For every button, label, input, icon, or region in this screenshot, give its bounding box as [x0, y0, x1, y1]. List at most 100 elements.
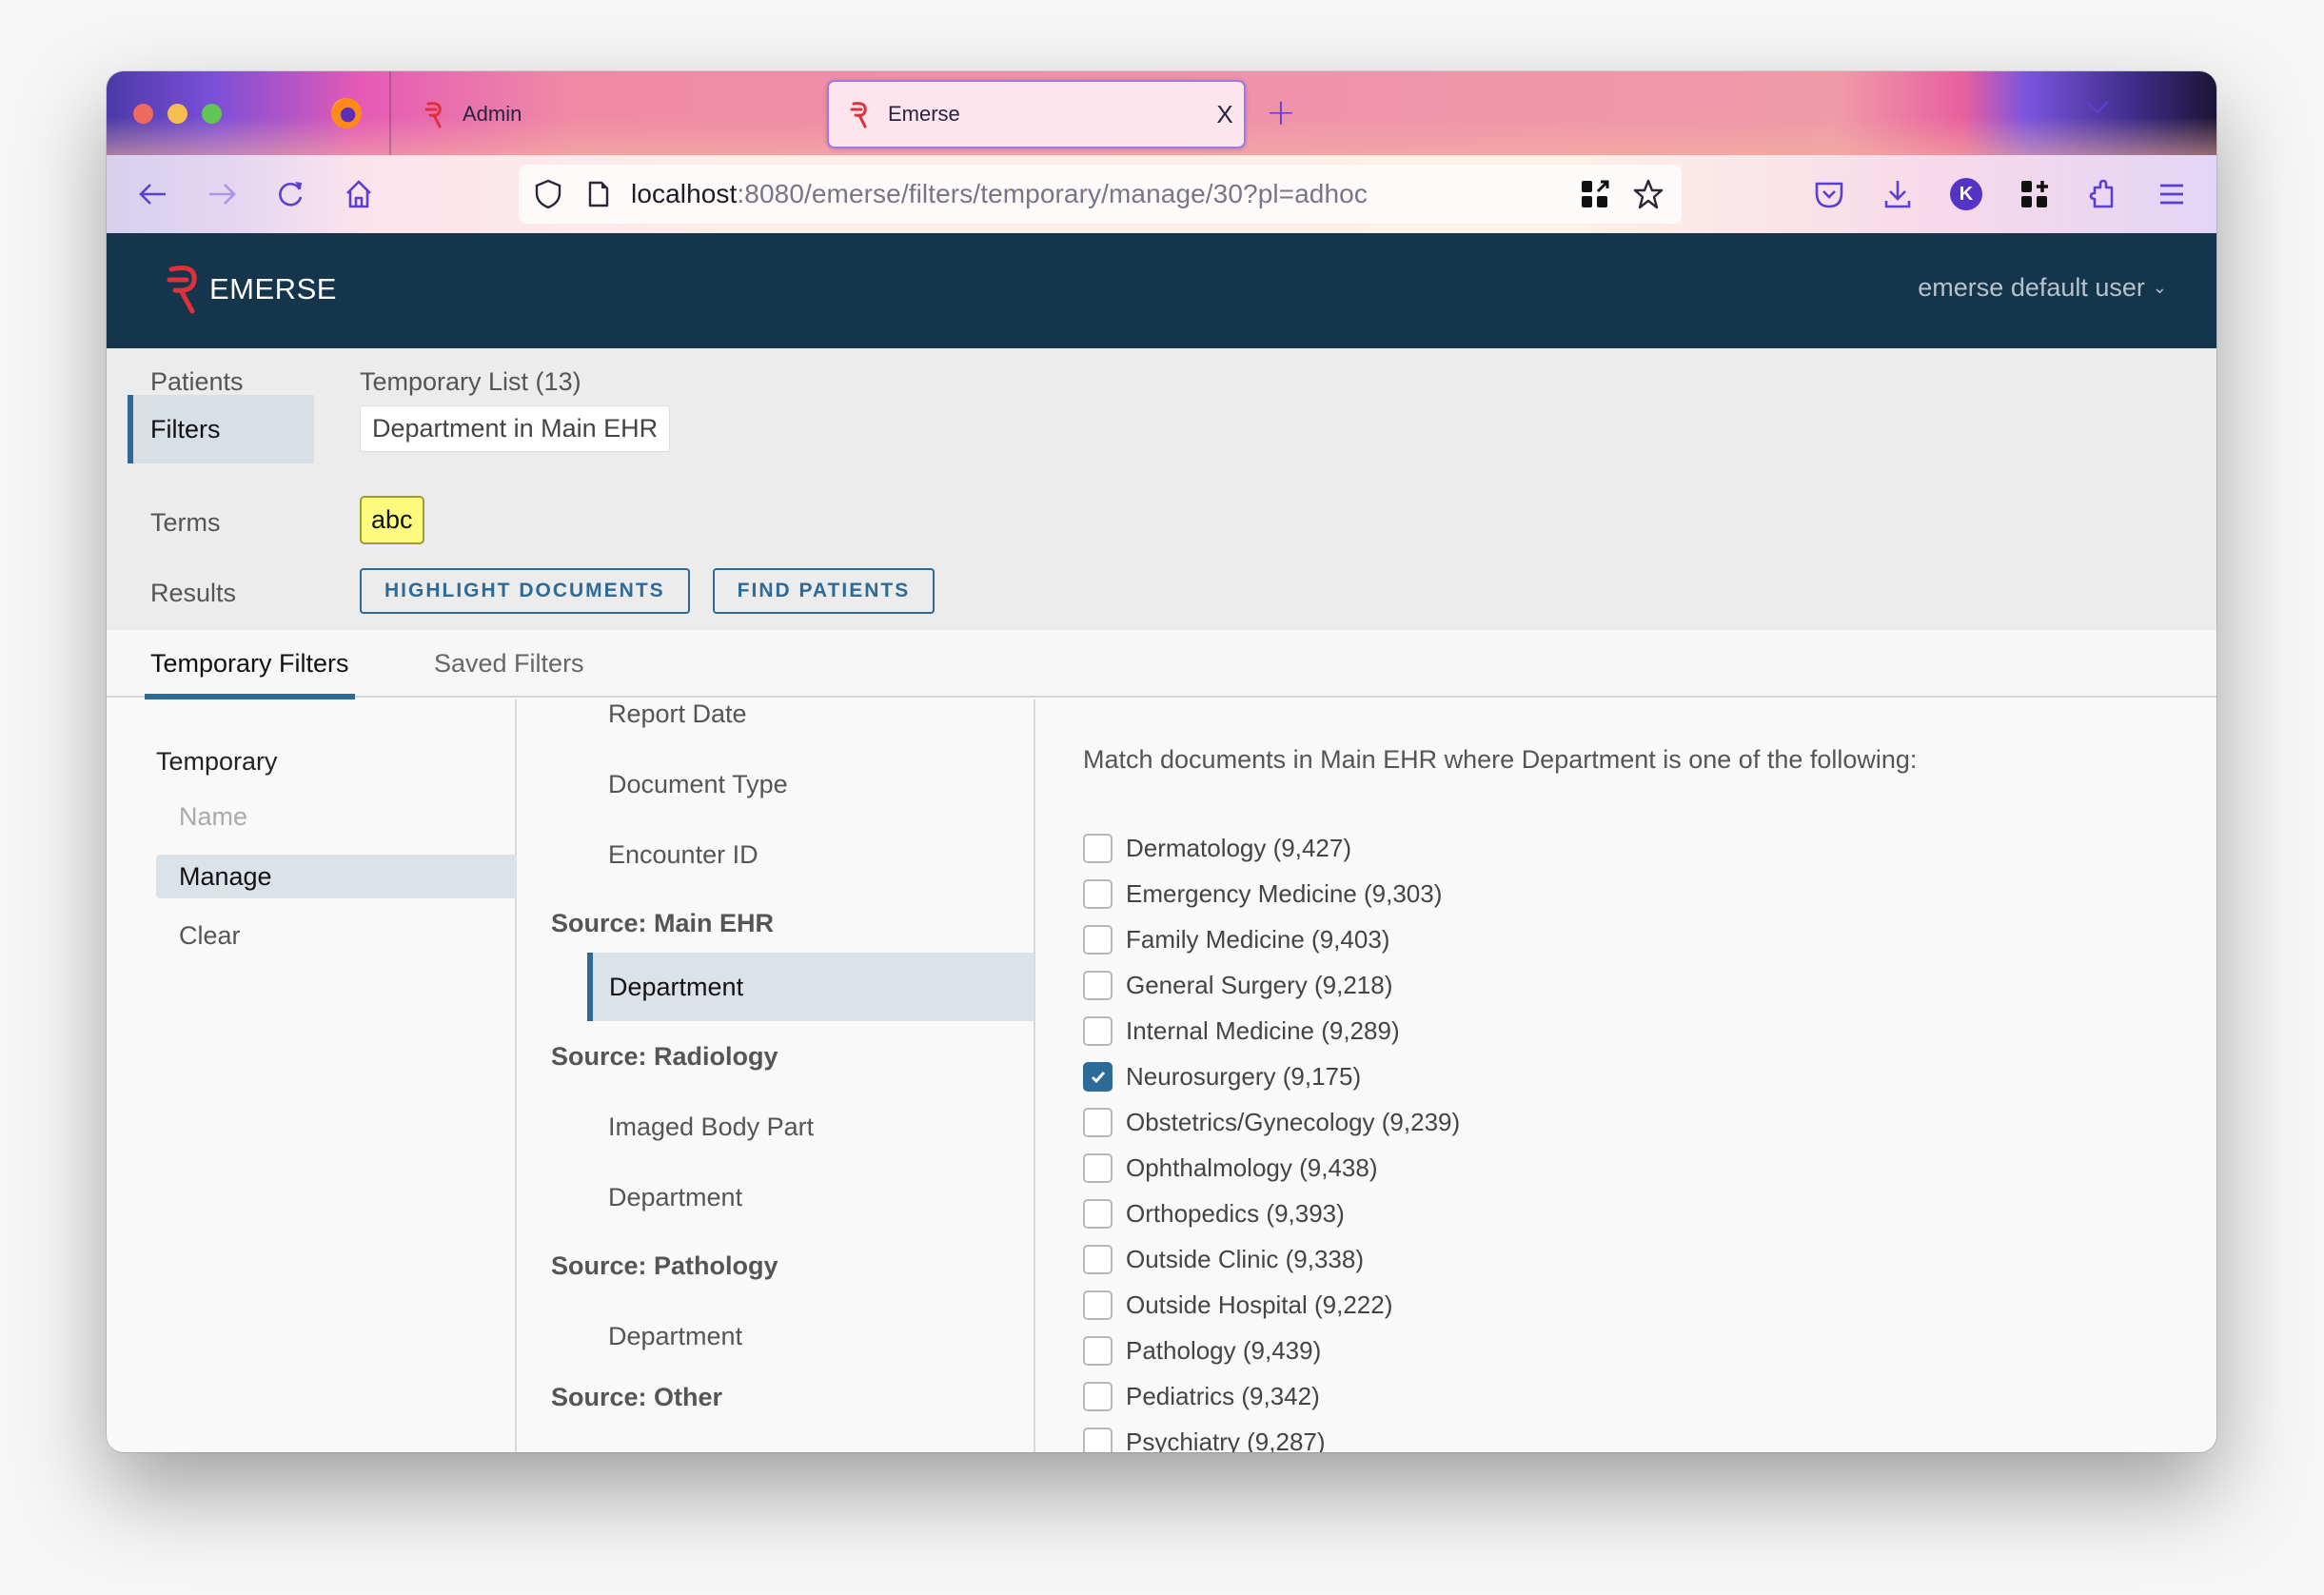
department-option-label: Family Medicine (9,403)	[1126, 925, 1390, 954]
brand-name: EMERSE	[209, 272, 337, 305]
checkbox[interactable]	[1083, 1016, 1113, 1046]
browser-tab-bar: Admin X Emerse X +	[107, 71, 2216, 155]
emerse-logo-icon	[167, 266, 197, 314]
department-option[interactable]: Orthopedics (9,393)	[1083, 1199, 1345, 1229]
department-option[interactable]: Obstetrics/Gynecology (9,239)	[1083, 1108, 1460, 1137]
list-all-tabs-chevron-icon[interactable]	[2083, 98, 2112, 121]
checkbox[interactable]	[1083, 879, 1113, 909]
field-item[interactable]: Encounter ID	[517, 840, 1034, 870]
department-option[interactable]: Emergency Medicine (9,303)	[1083, 879, 1442, 909]
back-arrow-icon[interactable]	[137, 178, 169, 210]
checkbox[interactable]	[1083, 1382, 1113, 1411]
department-option[interactable]: Psychiatry (9,287)	[1083, 1428, 1326, 1452]
checkbox-checked[interactable]	[1083, 1062, 1113, 1092]
department-option[interactable]: Internal Medicine (9,289)	[1083, 1016, 1400, 1046]
department-option-label: General Surgery (9,218)	[1126, 971, 1393, 999]
checkbox[interactable]	[1083, 1153, 1113, 1183]
department-option-label: Dermatology (9,427)	[1126, 834, 1351, 862]
browser-nav-bar: localhost:8080/emerse/filters/temporary/…	[107, 155, 2216, 233]
menu-item-manage[interactable]: Manage	[156, 855, 517, 898]
department-option-label: Emergency Medicine (9,303)	[1126, 879, 1443, 908]
user-menu[interactable]: emerse default user ⌄	[1918, 273, 2167, 303]
browser-tab-emerse[interactable]: Emerse X	[827, 80, 1246, 148]
url-bar[interactable]: localhost:8080/emerse/filters/temporary/…	[519, 165, 1682, 224]
field-item[interactable]: Department	[517, 1183, 1034, 1212]
menu-item-clear[interactable]: Clear	[156, 914, 517, 957]
checkbox[interactable]	[1083, 1290, 1113, 1320]
emerse-favicon-icon	[850, 100, 871, 128]
field-list[interactable]: Report Date Document Type Encounter ID Sour…	[517, 699, 1035, 1452]
checkbox[interactable]	[1083, 1245, 1113, 1274]
find-patients-button[interactable]: FIND PATIENTS	[712, 568, 936, 614]
close-tab-icon[interactable]: X	[1206, 100, 1244, 129]
nav-filters[interactable]: Filters	[128, 395, 314, 463]
department-option[interactable]: General Surgery (9,218)	[1083, 971, 1392, 1000]
hamburger-menu-icon[interactable]	[2156, 178, 2188, 210]
extensions-grid-icon[interactable]	[2019, 178, 2051, 210]
home-icon[interactable]	[343, 178, 375, 210]
reload-icon[interactable]	[274, 178, 306, 210]
search-term-chip[interactable]: abc	[360, 496, 424, 544]
nav-patients[interactable]: Patients	[150, 367, 244, 397]
firefox-icon[interactable]	[331, 98, 362, 128]
account-avatar[interactable]: K	[1950, 178, 1982, 210]
field-item[interactable]: Department	[587, 953, 1034, 1021]
checkbox[interactable]	[1083, 1199, 1113, 1229]
department-option-label: Obstetrics/Gynecology (9,239)	[1126, 1108, 1461, 1136]
department-option[interactable]: Neurosurgery (9,175)	[1083, 1062, 1361, 1092]
filter-content: Temporary Name Manage Clear Report Date D…	[107, 699, 2216, 1452]
nav-results[interactable]: Results	[150, 579, 236, 608]
department-option[interactable]: Outside Clinic (9,338)	[1083, 1245, 1364, 1274]
checkbox[interactable]	[1083, 925, 1113, 955]
checkmark-icon	[1091, 1071, 1105, 1083]
department-option[interactable]: Outside Hospital (9,222)	[1083, 1290, 1392, 1320]
emerse-logo[interactable]: EMERSE	[166, 262, 337, 317]
department-filter-panel: Match documents in Main EHR where Depart…	[1035, 699, 2216, 1452]
zoom-window-button[interactable]	[202, 104, 222, 124]
query-summary-panel: Patients Temporary List (13) Filters Dep…	[107, 348, 2216, 630]
checkbox[interactable]	[1083, 971, 1113, 1000]
department-option[interactable]: Family Medicine (9,403)	[1083, 925, 1389, 955]
tab-title: Admin	[463, 102, 522, 126]
tab-saved-filters[interactable]: Saved Filters	[434, 630, 584, 698]
field-item[interactable]: Document Type	[517, 770, 1034, 799]
forward-arrow-icon[interactable]	[206, 178, 238, 210]
temporary-heading: Temporary	[156, 747, 278, 776]
field-group-heading: Source: Main EHR	[551, 909, 775, 937]
patient-list-value[interactable]: Temporary List (13)	[360, 367, 581, 397]
highlight-documents-button[interactable]: HIGHLIGHT DOCUMENTS	[360, 568, 690, 614]
checkbox[interactable]	[1083, 1336, 1113, 1366]
browser-window: Admin X Emerse X +	[107, 71, 2216, 1452]
bookmark-star-icon[interactable]	[1632, 178, 1664, 214]
checkbox[interactable]	[1083, 1108, 1113, 1137]
results-actions: HIGHLIGHT DOCUMENTS FIND PATIENTS	[360, 568, 936, 614]
department-option[interactable]: Ophthalmology (9,438)	[1083, 1153, 1377, 1183]
puzzle-extensions-icon[interactable]	[2087, 178, 2119, 210]
department-option-label: Internal Medicine (9,289)	[1126, 1016, 1400, 1045]
active-filter-chip[interactable]: Department in Main EHR	[360, 405, 671, 452]
checkbox[interactable]	[1083, 834, 1113, 863]
field-item[interactable]: Department	[517, 1322, 1034, 1351]
url-text[interactable]: localhost:8080/emerse/filters/temporary/…	[631, 179, 1368, 209]
department-option[interactable]: Pediatrics (9,342)	[1083, 1382, 1320, 1411]
field-item[interactable]: Report Date	[517, 699, 1034, 729]
menu-item-name[interactable]: Name	[156, 795, 517, 838]
pocket-icon[interactable]	[1813, 178, 1845, 210]
department-option-label: Outside Hospital (9,222)	[1126, 1290, 1393, 1319]
department-option[interactable]: Dermatology (9,427)	[1083, 834, 1351, 863]
emerse-favicon-icon	[424, 100, 445, 128]
downloads-icon[interactable]	[1881, 178, 1914, 210]
tab-temporary-filters[interactable]: Temporary Filters	[145, 630, 355, 699]
nav-terms[interactable]: Terms	[150, 508, 221, 538]
tab-title: Emerse	[888, 102, 960, 126]
checkbox[interactable]	[1083, 1428, 1113, 1452]
field-item[interactable]: Imaged Body Part	[517, 1113, 1034, 1142]
page-info-icon[interactable]	[587, 180, 610, 208]
tracking-protection-shield-icon[interactable]	[534, 179, 562, 209]
close-window-button[interactable]	[133, 104, 153, 124]
minimize-window-button[interactable]	[167, 104, 187, 124]
department-option[interactable]: Pathology (9,439)	[1083, 1336, 1321, 1366]
new-tab-button[interactable]: +	[1266, 94, 1296, 130]
browser-toolbar-actions: K	[1813, 178, 2188, 210]
qr-code-icon[interactable]	[1579, 178, 1611, 214]
